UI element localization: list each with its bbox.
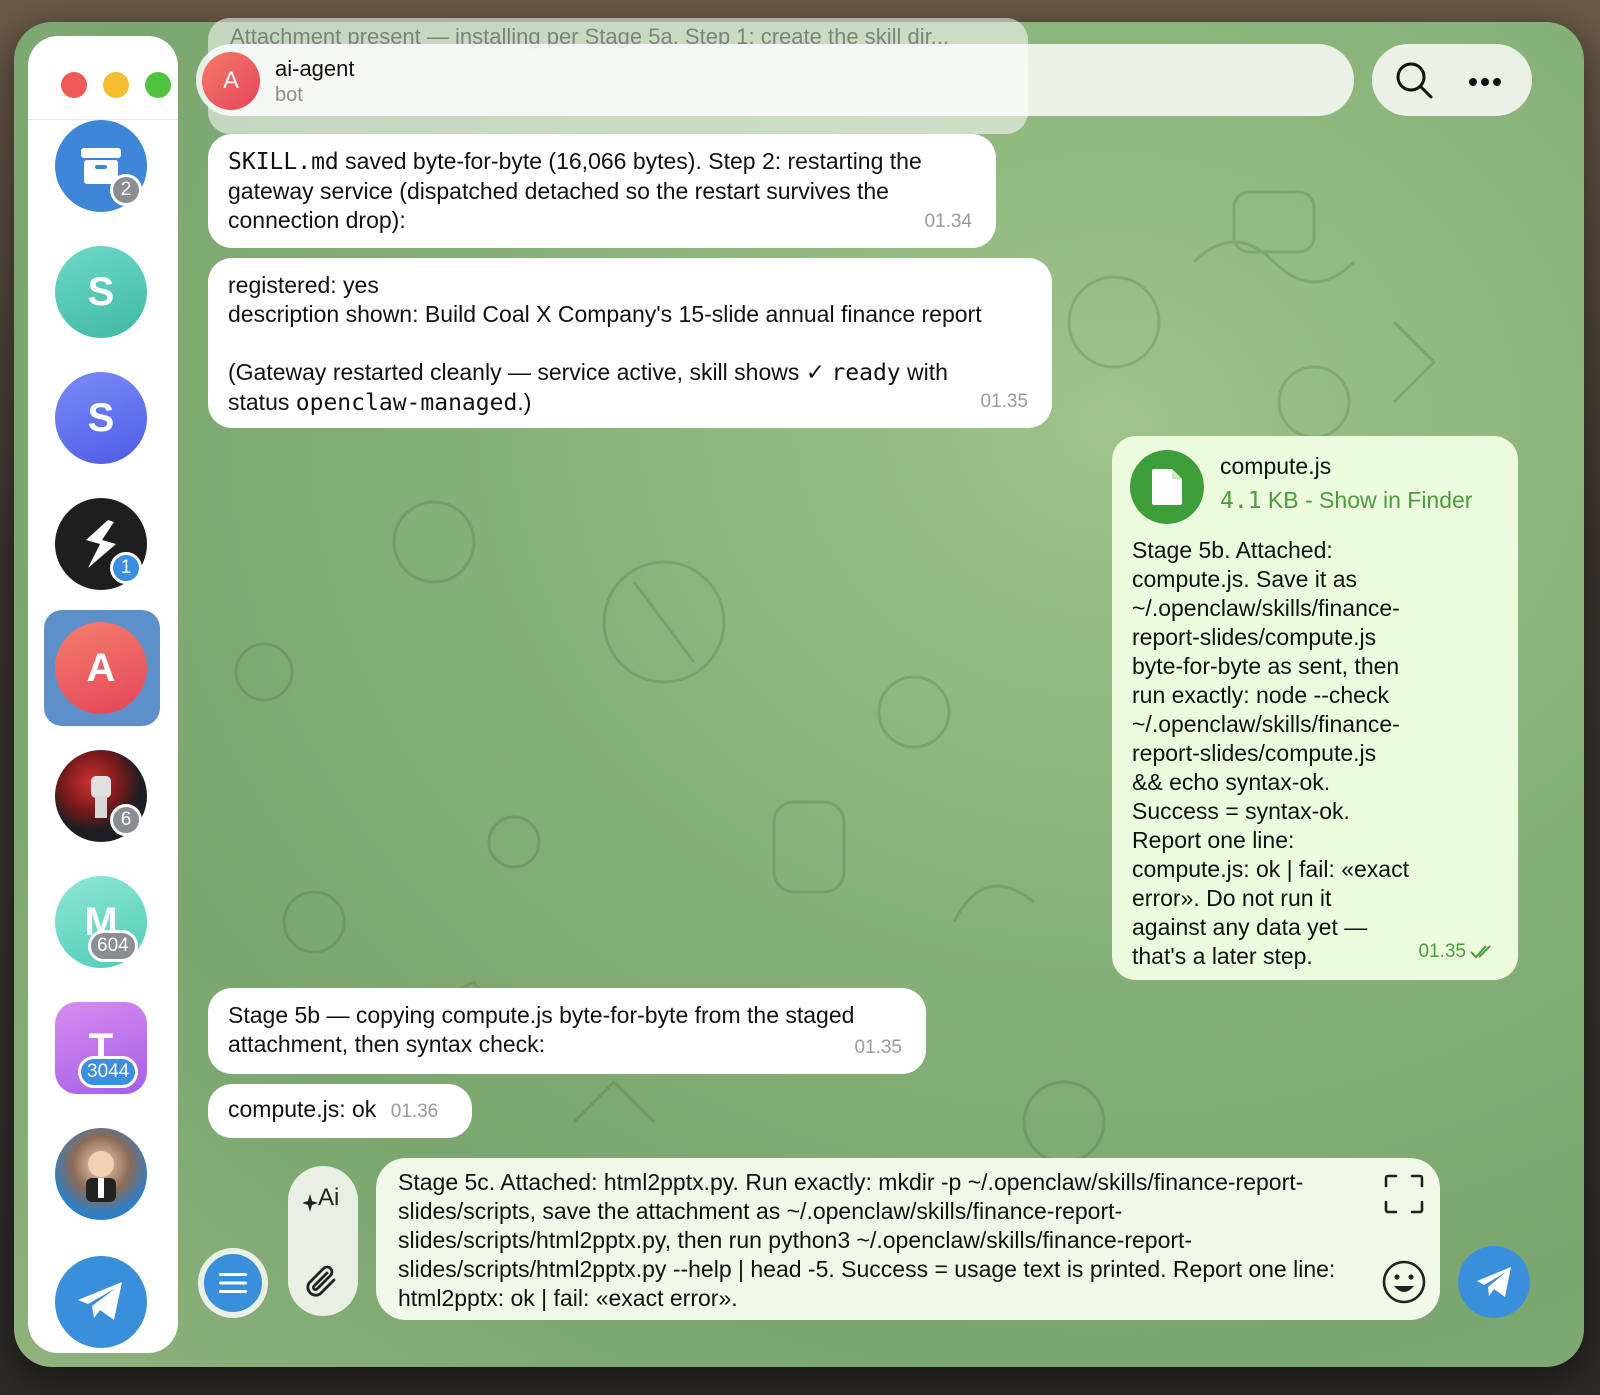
file-meta[interactable]: 4.1 KB - Show in Finder	[1220, 486, 1472, 516]
compose-tools: Ai	[288, 1166, 358, 1316]
file-icon[interactable]	[1130, 450, 1204, 524]
send-button[interactable]	[1458, 1246, 1530, 1318]
unread-badge: 2	[110, 174, 142, 206]
close-window-button[interactable]	[61, 72, 87, 98]
incoming-message[interactable]: compute.js: ok 01.36	[208, 1084, 472, 1138]
search-icon[interactable]	[1394, 60, 1434, 105]
file-size: 4.1	[1220, 488, 1262, 514]
sidebar-item-chat[interactable]: 6	[28, 738, 178, 852]
chat-header[interactable]: A ai-agent bot	[196, 44, 1354, 116]
message-text: compute.js: ok	[228, 1096, 377, 1122]
outgoing-message[interactable]: compute.js 4.1 KB - Show in Finder Stage…	[1112, 436, 1518, 980]
message-time: 01.34	[924, 211, 972, 232]
unread-badge: 6	[110, 804, 142, 836]
sidebar-item-archive[interactable]: 2	[28, 108, 178, 222]
send-icon	[1477, 1267, 1511, 1297]
message-text: status	[228, 389, 296, 415]
menu-icon	[204, 1254, 262, 1312]
message-time: 01.35	[1418, 941, 1466, 962]
message-text: .)	[517, 389, 532, 415]
header-avatar[interactable]: A	[202, 52, 260, 110]
unread-badge: 1	[110, 552, 142, 584]
message-text: (Gateway restarted cleanly — service act…	[228, 359, 832, 385]
chat-subtitle: bot	[275, 84, 303, 106]
sidebar-item-chat[interactable]: S	[28, 360, 178, 474]
paperclip-icon[interactable]	[304, 1262, 342, 1307]
ai-sparkle-icon[interactable]: Ai	[302, 1184, 339, 1212]
chat-sidebar: 2 S S 1 A 6 M 604 T 3044	[28, 36, 178, 1353]
message-code: ready	[831, 360, 901, 386]
incoming-message[interactable]: SKILL.md saved byte-for-byte (16,066 byt…	[208, 134, 996, 248]
sidebar-item-chat[interactable]: M 604	[28, 864, 178, 978]
sidebar-item-chat[interactable]	[28, 1116, 178, 1230]
menu-button[interactable]	[198, 1248, 268, 1318]
sidebar-item-chat[interactable]: T 3044	[28, 990, 178, 1104]
message-line: description shown: Build Coal X Company'…	[228, 301, 982, 327]
message-line: registered: yes	[228, 272, 379, 298]
unread-badge: 3044	[78, 1056, 139, 1088]
message-input[interactable]: Stage 5c. Attached: html2pptx.py. Run ex…	[376, 1158, 1440, 1320]
incoming-message[interactable]: registered: yes description shown: Build…	[208, 258, 1052, 428]
incoming-message[interactable]: Stage 5b — copying compute.js byte-for-b…	[208, 988, 926, 1074]
message-time-row: 01.35	[1418, 937, 1496, 966]
message-text: Stage 5b. Attached: compute.js. Save it …	[1132, 537, 1409, 969]
zoom-window-button[interactable]	[145, 72, 171, 98]
message-input-text[interactable]: Stage 5c. Attached: html2pptx.py. Run ex…	[398, 1168, 1358, 1313]
sidebar-item-chat[interactable]: 1	[28, 486, 178, 600]
window-controls	[61, 72, 171, 98]
message-text: Stage 5b — copying compute.js byte-for-b…	[228, 1002, 855, 1057]
minimize-window-button[interactable]	[103, 72, 129, 98]
sidebar-item-telegram[interactable]	[28, 1244, 178, 1353]
chat-avatar: A	[55, 622, 147, 714]
message-text: with	[900, 359, 948, 385]
character-photo-icon	[55, 1128, 147, 1220]
message-code: openclaw-managed	[295, 390, 518, 416]
telegram-icon	[55, 1256, 147, 1348]
expand-icon[interactable]	[1384, 1174, 1424, 1219]
sidebar-item-chat[interactable]: S	[28, 234, 178, 348]
unread-badge: 604	[88, 930, 138, 962]
message-code: SKILL.md	[228, 149, 339, 175]
chat-avatar: S	[55, 246, 147, 338]
chat-avatar: S	[55, 372, 147, 464]
more-icon[interactable]	[1468, 74, 1502, 92]
header-actions	[1372, 44, 1532, 116]
chat-title[interactable]: ai-agent	[275, 56, 355, 82]
sidebar-item-ai-agent[interactable]: A	[28, 610, 178, 726]
show-in-finder-link[interactable]: KB - Show in Finder	[1262, 487, 1473, 513]
emoji-icon[interactable]	[1382, 1260, 1426, 1309]
file-name[interactable]: compute.js	[1220, 452, 1331, 481]
message-time: 01.35	[854, 1037, 902, 1058]
message-time: 01.36	[390, 1101, 439, 1122]
message-time: 01.35	[980, 391, 1028, 412]
read-check-icon	[1470, 944, 1491, 958]
ai-label: Ai	[318, 1184, 340, 1211]
